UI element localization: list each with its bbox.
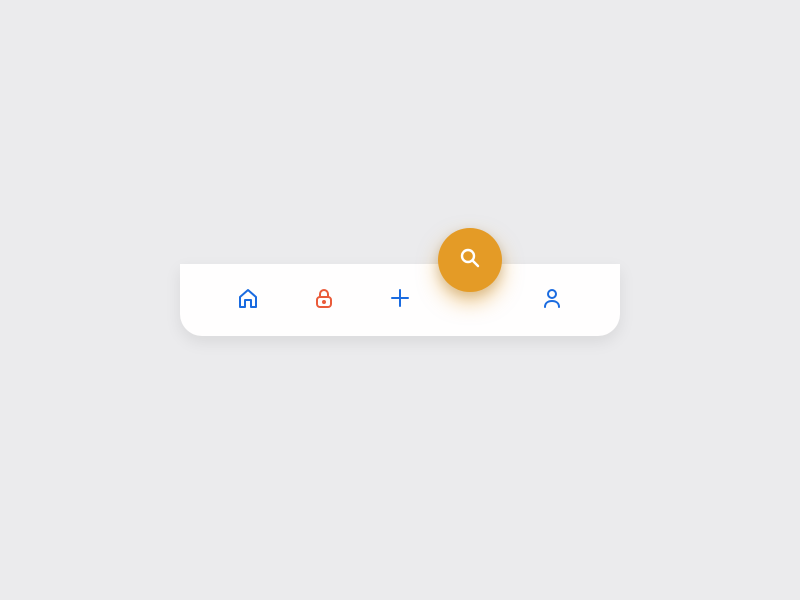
home-icon xyxy=(236,286,260,315)
bottom-nav xyxy=(180,264,620,336)
search-icon xyxy=(458,246,482,275)
profile-icon xyxy=(540,286,564,315)
nav-add-button[interactable] xyxy=(380,280,420,320)
nav-lock-button[interactable] xyxy=(304,280,344,320)
nav-bar xyxy=(180,264,620,336)
nav-search-fab[interactable] xyxy=(438,228,502,292)
nav-home-button[interactable] xyxy=(228,280,268,320)
nav-profile-button[interactable] xyxy=(532,280,572,320)
plus-icon xyxy=(388,286,412,315)
lock-icon xyxy=(312,286,336,315)
